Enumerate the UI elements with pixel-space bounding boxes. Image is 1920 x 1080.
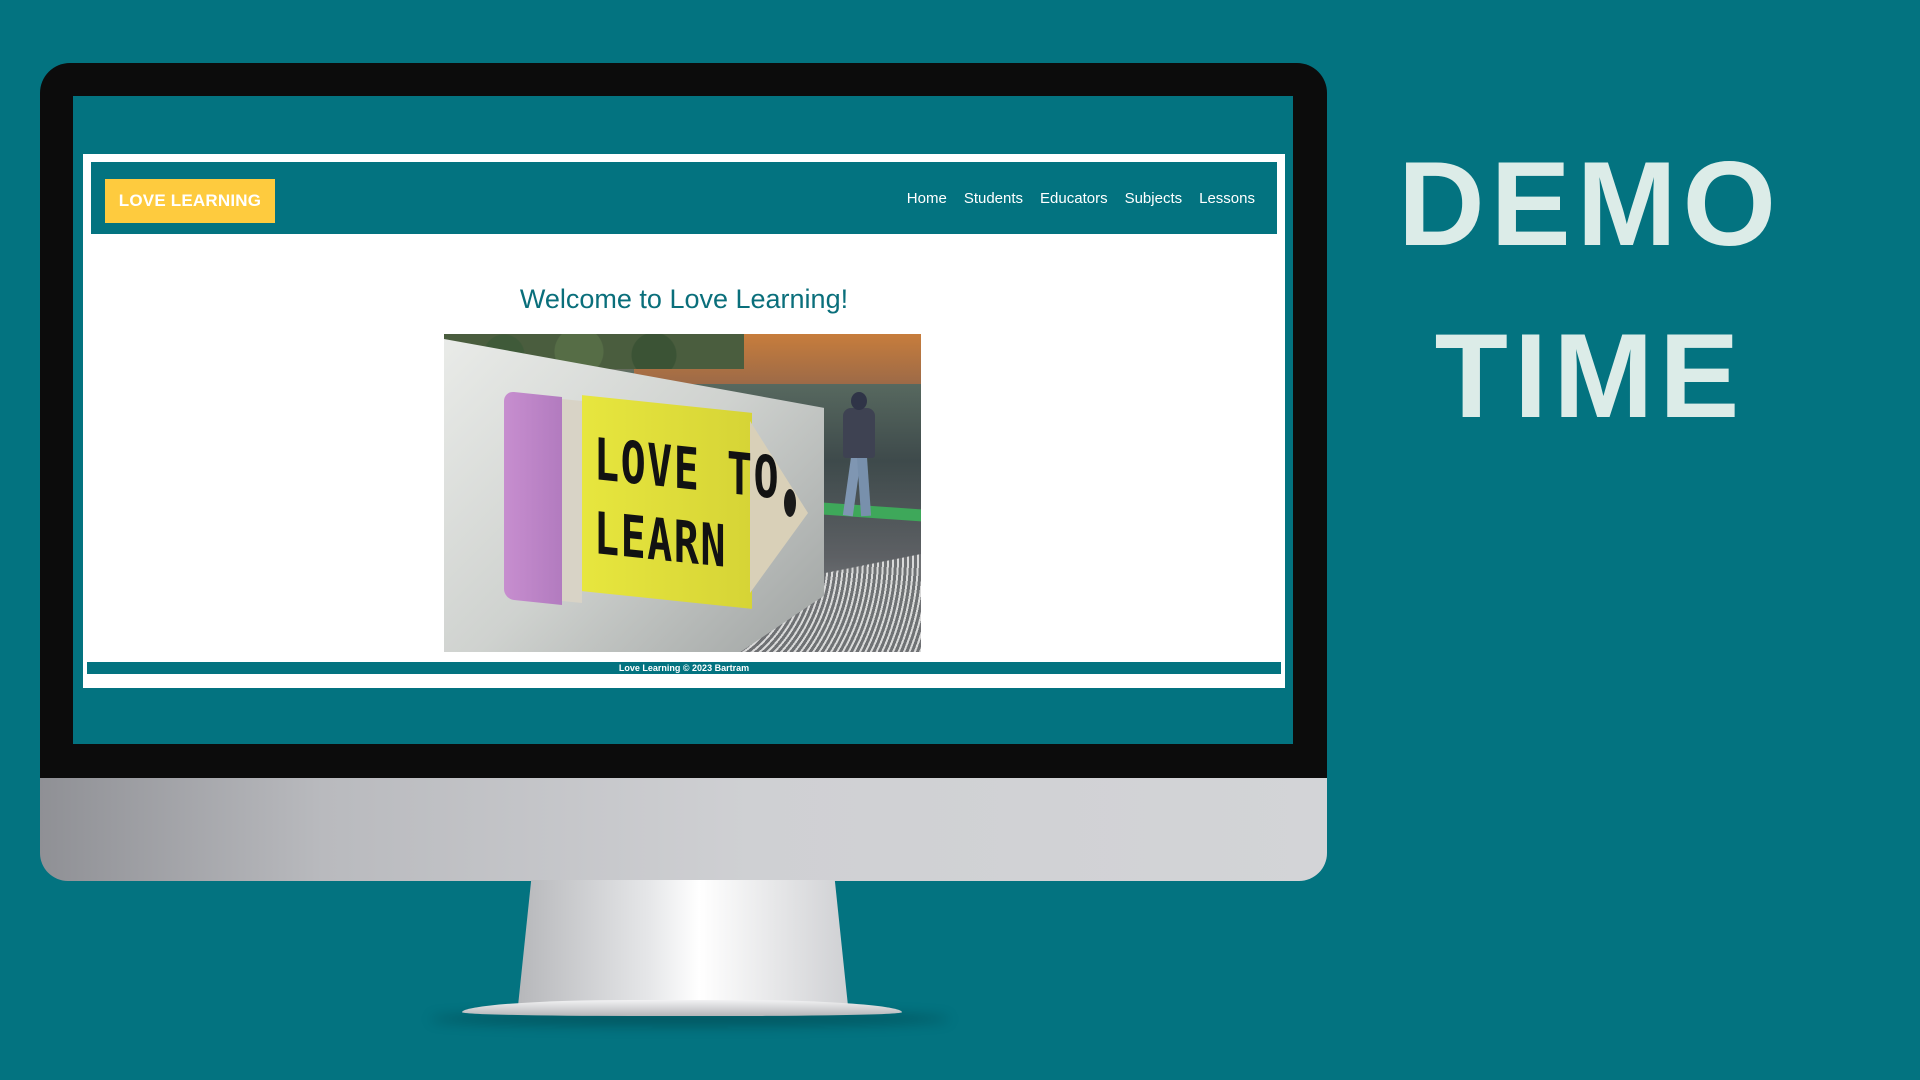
monitor-screen: LOVE LEARNING Home Students Educators Su… bbox=[73, 96, 1293, 744]
slide-title-line-1: DEMO bbox=[1398, 137, 1782, 271]
nav-home[interactable]: Home bbox=[907, 190, 947, 207]
nav-educators[interactable]: Educators bbox=[1040, 190, 1108, 207]
monitor-chin bbox=[40, 778, 1327, 881]
site-logo[interactable]: LOVE LEARNING bbox=[105, 179, 275, 223]
monitor-foot bbox=[462, 1000, 902, 1016]
slide-title: DEMO TIME bbox=[1340, 118, 1840, 462]
site-header: LOVE LEARNING Home Students Educators Su… bbox=[87, 158, 1281, 238]
slide-title-line-2: TIME bbox=[1434, 309, 1746, 443]
hero-person bbox=[839, 392, 879, 520]
page-heading: Welcome to Love Learning! bbox=[519, 284, 849, 314]
site-footer: Love Learning © 2023 Bartram bbox=[87, 662, 1281, 674]
pencil-eraser bbox=[504, 390, 562, 606]
website-page: LOVE LEARNING Home Students Educators Su… bbox=[83, 154, 1285, 688]
nav-subjects[interactable]: Subjects bbox=[1125, 190, 1183, 207]
pencil-band bbox=[562, 398, 582, 604]
main-nav: Home Students Educators Subjects Lessons bbox=[907, 162, 1255, 234]
nav-lessons[interactable]: Lessons bbox=[1199, 190, 1255, 207]
pencil-lead bbox=[784, 489, 796, 517]
nav-students[interactable]: Students bbox=[964, 190, 1023, 207]
monitor-stand bbox=[518, 880, 848, 1006]
pencil-sign-text: LOVE TO LEARN bbox=[594, 425, 780, 581]
hero-image: LOVE TO LEARN bbox=[444, 334, 921, 652]
